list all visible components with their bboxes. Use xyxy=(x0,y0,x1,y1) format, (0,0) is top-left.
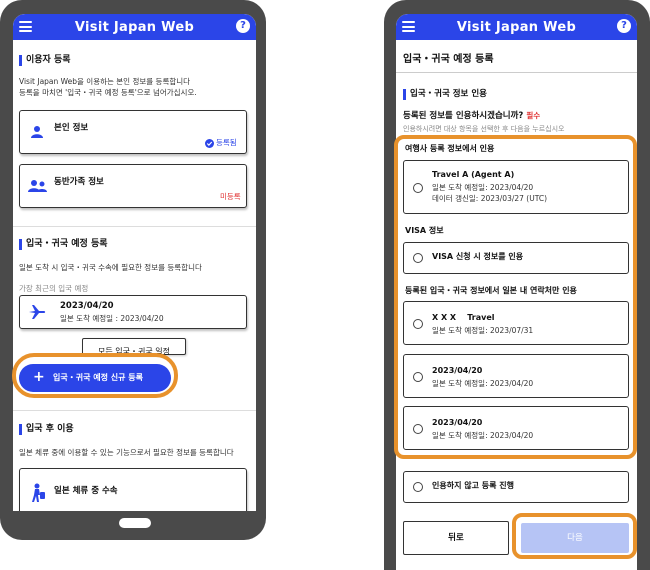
recent-trip-label: 가장 최근의 입국 예정 xyxy=(19,284,89,293)
app-title: Visit Japan Web xyxy=(456,19,577,35)
next-button-highlight xyxy=(512,513,637,559)
in-japan-procedures-card[interactable]: 일본 체류 중 수속 xyxy=(19,468,247,511)
new-trip-button-highlight xyxy=(12,353,178,398)
after-section-desc: 일본 체류 중에 이용할 수 있는 기능으로서 필요한 정보를 등록합니다 xyxy=(19,448,234,457)
no-quote-option-card[interactable]: 인용하지 않고 등록 진행 xyxy=(403,471,629,503)
divider-2 xyxy=(13,410,256,411)
personal-info-label: 본인 정보 xyxy=(54,123,89,133)
personal-info-card[interactable]: 본인 정보 등록됨 xyxy=(19,110,247,154)
airplane-icon xyxy=(29,305,46,319)
recent-trip-date: 2023/04/20 xyxy=(60,301,114,311)
user-section-desc-1: Visit Japan Web을 이용하는 본인 정보를 등록합니다 xyxy=(19,77,191,86)
quote-question-text: 등록된 정보를 인용하시겠습니까? xyxy=(403,111,524,121)
recent-trip-card[interactable]: 2023/04/20 일본 도착 예정일 : 2023/04/20 xyxy=(19,295,247,329)
trip-section-desc: 일본 도착 시 입국・귀국 수속에 필요한 정보를 등록합니다 xyxy=(19,263,202,272)
back-button-label: 뒤로 xyxy=(448,533,464,543)
left-app-bar: Visit Japan Web ? xyxy=(13,14,256,40)
traveler-luggage-icon xyxy=(32,483,45,502)
after-section-title: 입국 후 이용 xyxy=(19,424,74,435)
help-icon[interactable]: ? xyxy=(617,19,631,33)
radio-no-quote[interactable] xyxy=(413,482,423,492)
app-title: Visit Japan Web xyxy=(74,19,195,35)
companion-info-status: 미등록 xyxy=(220,192,241,201)
quote-hint: 인용하시려면 대상 항목을 선택한 후 다음을 누르십시오 xyxy=(403,125,565,133)
in-japan-procedures-label: 일본 체류 중 수속 xyxy=(54,486,118,496)
options-highlight xyxy=(394,135,637,459)
back-button[interactable]: 뒤로 xyxy=(403,521,509,555)
quote-question: 등록된 정보를 인용하시겠습니까? 필수 xyxy=(403,111,540,121)
left-phone-screen: Visit Japan Web ? 이용자 등록 Visit Japan Web… xyxy=(13,14,256,511)
divider-1 xyxy=(13,226,256,227)
menu-icon[interactable] xyxy=(402,21,415,32)
no-quote-option-label: 인용하지 않고 등록 진행 xyxy=(432,481,514,490)
trip-section-title: 입국・귀국 예정 등록 xyxy=(19,239,108,250)
home-indicator xyxy=(119,518,151,528)
right-app-bar: Visit Japan Web ? xyxy=(396,14,637,40)
family-icon xyxy=(28,180,47,192)
quote-section-title: 입국・귀국 정보 인용 xyxy=(403,89,487,100)
help-icon[interactable]: ? xyxy=(236,19,250,33)
personal-info-status: 등록됨 xyxy=(216,138,237,147)
companion-info-label: 동반가족 정보 xyxy=(54,177,104,187)
page-title: 입국・귀국 예정 등록 xyxy=(403,54,494,65)
recent-trip-arrival: 일본 도착 예정일 : 2023/04/20 xyxy=(60,314,164,323)
menu-icon[interactable] xyxy=(19,21,32,32)
required-badge: 필수 xyxy=(526,111,541,120)
title-divider xyxy=(396,72,637,73)
check-circle-icon xyxy=(205,139,214,148)
person-icon xyxy=(31,126,43,138)
user-section-desc-2: 등록을 마치면 '입국・귀국 예정 등록'으로 넘어가십시오. xyxy=(19,88,197,97)
companion-info-card[interactable]: 동반가족 정보 미등록 xyxy=(19,164,247,208)
user-section-title: 이용자 등록 xyxy=(19,55,71,66)
